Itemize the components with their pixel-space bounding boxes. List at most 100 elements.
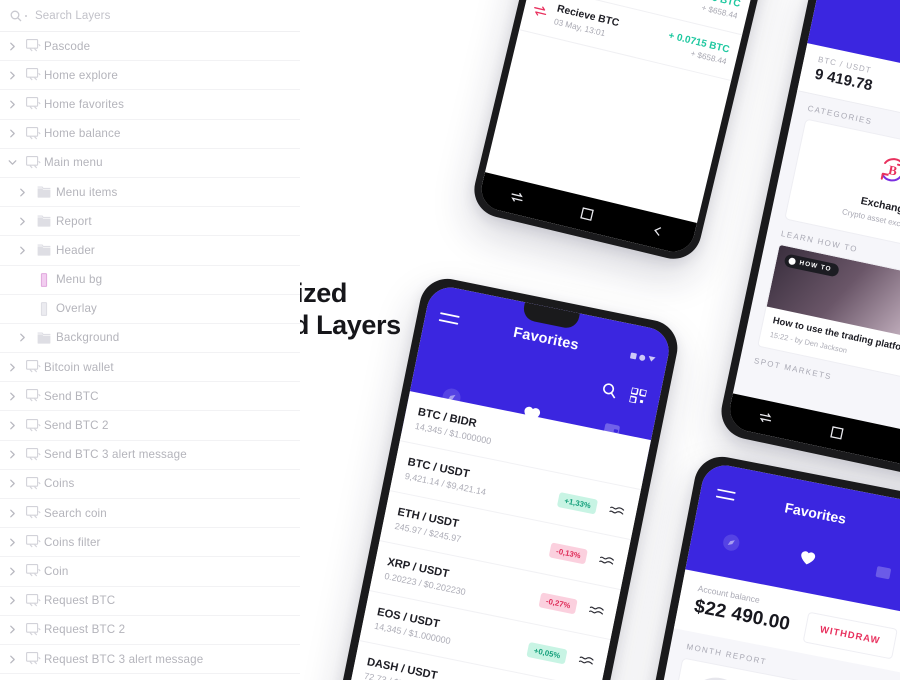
chevron-right-icon[interactable] [2, 71, 22, 80]
chevron-right-icon[interactable] [2, 509, 22, 518]
artboard-icon [22, 447, 44, 462]
layer-row-request-btc-2[interactable]: Request BTC 2 [0, 615, 300, 645]
layer-label: Home balance [44, 127, 121, 141]
chevron-right-icon[interactable] [2, 129, 22, 138]
signal-icon [629, 351, 638, 360]
layer-row-coins[interactable]: Coins [0, 469, 300, 499]
folder-icon [32, 186, 56, 198]
bitcoin-exchange-icon: B [872, 158, 900, 194]
change-badge: +1,33% [557, 491, 599, 515]
chevron-right-icon[interactable] [12, 188, 32, 197]
layer-row-home-explore[interactable]: Home explore [0, 61, 300, 91]
layer-rows-container[interactable]: Pascode Home explore Home favorites Home ba… [0, 32, 300, 680]
chevron-right-icon[interactable] [2, 100, 22, 109]
layer-row-request-btc-3-alert-message[interactable]: Request BTC 3 alert message [0, 644, 300, 675]
transaction-amounts: + 0.0715 BTC+ $658.44 [665, 30, 730, 66]
chevron-right-icon[interactable] [2, 363, 22, 372]
qr-scan-icon[interactable] [628, 386, 648, 410]
artboard-icon [22, 535, 44, 549]
layer-row-home-balance[interactable]: Home balance [0, 119, 300, 149]
layer-label: Send BTC 2 [44, 419, 109, 433]
layer-row-home-favorites[interactable]: Home favorites [0, 90, 300, 120]
phone-mockup-balance: Favorites Account balance $22 490.00 WIT… [619, 452, 900, 680]
chevron-right-icon[interactable] [2, 538, 22, 547]
chevron-right-icon[interactable] [2, 42, 22, 51]
rectangle-pink-icon [32, 272, 56, 287]
search-layers-row[interactable]: Search Layers [0, 0, 300, 32]
layer-row-send-btc-3-alert-message[interactable]: Send BTC 3 alert message [0, 440, 300, 470]
layer-label: Request BTC 2 [44, 623, 126, 637]
transaction-amounts: + 0.0715 BTC+ $658.44 [676, 0, 741, 21]
home-square-icon[interactable] [830, 426, 845, 440]
artboard-icon [22, 97, 44, 111]
android-navbar-market[interactable] [725, 393, 900, 473]
phone-mockup-favorites: Favorites BTC / BIDR 14,345 / $1.000000 … [321, 273, 683, 680]
layer-row-pascode[interactable]: Pascode [0, 32, 300, 62]
layer-row-main-menu[interactable]: Main menu [0, 148, 300, 178]
layer-label: Menu items [56, 185, 118, 199]
layer-row-btc-address[interactable]: BTC Address [0, 674, 300, 680]
back-icon[interactable] [650, 224, 665, 239]
layer-row-header[interactable]: Header [0, 236, 300, 266]
layer-label: Coin [44, 564, 69, 578]
layer-row-menu-bg[interactable]: Menu bg [0, 265, 300, 295]
layer-row-coin[interactable]: Coin [0, 557, 300, 587]
layer-row-search-coin[interactable]: Search coin [0, 499, 300, 529]
artboard-icon [22, 360, 44, 374]
folder-icon [32, 244, 56, 257]
layer-row-menu-items[interactable]: Menu items [0, 177, 300, 208]
layer-row-report[interactable]: Report [0, 207, 300, 237]
search-icon[interactable] [600, 382, 619, 405]
tab-wallet-icon[interactable] [874, 563, 894, 586]
chevron-down-icon[interactable] [2, 158, 22, 167]
chevron-right-icon[interactable] [2, 596, 22, 605]
layer-label: Coins [44, 477, 75, 491]
favorites-list[interactable]: BTC / BIDR 14,345 / $1.000000 BTC / USDT 9,… [331, 391, 652, 680]
chevron-right-icon[interactable] [2, 421, 22, 430]
artboard-icon [22, 418, 44, 433]
appbar-actions[interactable] [600, 382, 648, 410]
layer-label: Request BTC 3 alert message [44, 652, 204, 666]
artboard-icon [22, 476, 44, 491]
chevron-right-icon[interactable] [2, 479, 22, 488]
layer-row-request-btc[interactable]: Request BTC [0, 586, 300, 616]
layer-label: Home explore [44, 68, 118, 82]
chevron-right-icon[interactable] [2, 392, 22, 401]
layer-label: Menu bg [56, 273, 103, 287]
tab-favorites-icon[interactable] [798, 549, 818, 572]
layer-row-background[interactable]: Background [0, 323, 300, 354]
receive-arrows-icon [532, 4, 554, 19]
artboard-icon [22, 506, 44, 520]
chevron-right-icon[interactable] [2, 567, 22, 576]
sparkline-icon [608, 500, 626, 521]
screenshot-root: Send BTC11 July, 17:05- 0.043010 BTC- $3… [0, 0, 900, 680]
chevron-right-icon[interactable] [12, 246, 32, 255]
layer-label: Background [56, 331, 120, 345]
recents-icon[interactable] [509, 190, 525, 205]
chevron-right-icon[interactable] [2, 450, 22, 459]
tab-explore-icon[interactable] [719, 532, 741, 558]
layer-row-send-btc[interactable]: Send BTC [0, 382, 300, 412]
chevron-right-icon[interactable] [12, 333, 32, 342]
layer-label: Main menu [44, 156, 103, 170]
layer-row-send-btc-2[interactable]: Send BTC 2 [0, 411, 300, 441]
change-badge: -0,27% [538, 591, 578, 614]
folder-icon [32, 332, 56, 344]
layers-panel: Search Layers Pascode Home explore Home fa… [0, 0, 300, 680]
layer-row-overlay[interactable]: Overlay [0, 294, 300, 324]
layer-label: Send BTC [44, 389, 99, 403]
chip-label: HOW TO [798, 259, 833, 273]
layer-label: Bitcoin wallet [44, 360, 114, 374]
search-input[interactable]: Search Layers [35, 10, 110, 22]
chevron-right-icon[interactable] [12, 217, 32, 226]
chevron-right-icon[interactable] [2, 625, 22, 634]
layer-row-coins-filter[interactable]: Coins filter [0, 528, 300, 558]
chevron-right-icon[interactable] [2, 655, 22, 664]
phone-mockup-market: BTC / USDT 9 419.78 CATEGORIES B Exchang… [716, 0, 900, 482]
home-square-icon[interactable] [580, 207, 595, 222]
layer-row-bitcoin-wallet[interactable]: Bitcoin wallet [0, 353, 300, 383]
recents-icon[interactable] [758, 410, 774, 425]
balance-screen: Favorites Account balance $22 490.00 WIT… [629, 461, 900, 680]
sparkline-icon [597, 550, 615, 571]
favorites-screen: Favorites BTC / BIDR 14,345 / $1.000000 … [331, 283, 673, 680]
